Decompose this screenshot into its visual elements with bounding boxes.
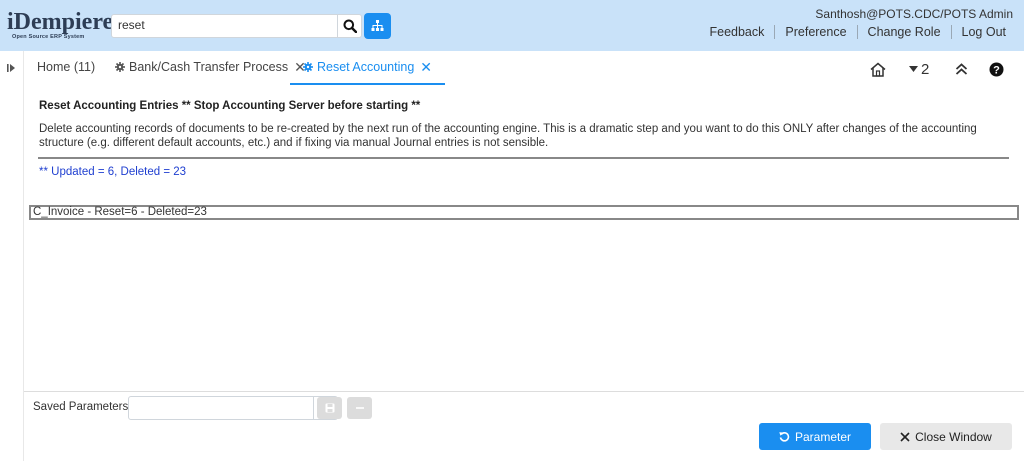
process-log-entry: C_Invoice - Reset=6 - Deleted=23 bbox=[29, 205, 1019, 220]
search-icon bbox=[343, 19, 357, 33]
sitemap-icon bbox=[371, 20, 384, 31]
preference-link[interactable]: Preference bbox=[775, 24, 856, 40]
parameter-button[interactable]: Parameter bbox=[759, 423, 871, 450]
tab-bank-cash-transfer[interactable]: Bank/Cash Transfer Process ✕ bbox=[115, 51, 306, 83]
app-logo[interactable]: iDempiere Open Source ERP System bbox=[7, 10, 113, 42]
home-icon bbox=[870, 62, 886, 77]
process-result-summary: ** Updated = 6, Deleted = 23 bbox=[39, 166, 187, 178]
tab-home[interactable]: Home (11) bbox=[37, 51, 95, 83]
process-description: Delete accounting records of documents t… bbox=[39, 123, 977, 149]
saved-parameters-select[interactable] bbox=[128, 396, 314, 420]
open-window-count: 2 bbox=[921, 60, 930, 78]
logout-link[interactable]: Log Out bbox=[952, 24, 1016, 40]
help-button[interactable]: ? bbox=[989, 60, 1004, 78]
close-window-button-label: Close Window bbox=[915, 429, 992, 444]
menu-tree-button[interactable] bbox=[364, 13, 391, 39]
minus-icon bbox=[355, 407, 364, 409]
collapse-button[interactable] bbox=[955, 60, 968, 78]
west-panel-collapsed bbox=[0, 51, 24, 461]
gear-icon bbox=[115, 62, 125, 72]
tab-label: Home (11) bbox=[37, 60, 96, 74]
expand-panel-icon[interactable] bbox=[7, 63, 17, 73]
feedback-link[interactable]: Feedback bbox=[699, 24, 774, 40]
home-button[interactable] bbox=[870, 60, 886, 78]
tab-reset-accounting[interactable]: Reset Accounting ✕ bbox=[290, 51, 446, 85]
save-parameters-button[interactable] bbox=[317, 397, 342, 419]
parameter-button-label: Parameter bbox=[794, 429, 852, 444]
close-icon bbox=[900, 431, 910, 442]
global-search-input[interactable]: reset bbox=[111, 14, 338, 38]
close-window-button[interactable]: Close Window bbox=[880, 423, 1012, 450]
process-footer: Saved Parameters Parameter Close Window bbox=[24, 391, 1024, 461]
window-tab-bar: Home (11) Bank/Cash Transfer Process ✕ R… bbox=[24, 51, 1024, 85]
question-circle-icon: ? bbox=[989, 62, 1004, 76]
delete-parameters-button[interactable] bbox=[347, 397, 372, 419]
undo-icon bbox=[779, 431, 790, 442]
close-tab-icon[interactable]: ✕ bbox=[420, 59, 432, 76]
tab-label: Bank/Cash Transfer Process bbox=[129, 60, 289, 74]
process-panel: Reset Accounting Entries ** Stop Account… bbox=[24, 85, 1024, 391]
saved-parameters-label: Saved Parameters bbox=[33, 401, 129, 413]
gear-icon bbox=[303, 62, 313, 72]
window-switcher-dropdown[interactable]: 2 bbox=[909, 60, 929, 78]
change-role-link[interactable]: Change Role bbox=[858, 24, 951, 40]
search-button[interactable] bbox=[338, 14, 362, 38]
logo-text: iDempiere bbox=[7, 9, 114, 35]
divider bbox=[38, 157, 1009, 159]
user-context-label[interactable]: Santhosh@POTS.CDC/POTS Admin bbox=[815, 7, 1013, 21]
process-title: Reset Accounting Entries ** Stop Account… bbox=[39, 100, 421, 112]
floppy-disk-icon bbox=[325, 403, 334, 413]
caret-down-icon bbox=[909, 66, 918, 72]
logo-subtext: Open Source ERP System bbox=[12, 34, 85, 40]
svg-text:?: ? bbox=[993, 64, 1000, 76]
tab-label: Reset Accounting bbox=[317, 60, 415, 74]
header-bar: iDempiere Open Source ERP System reset S… bbox=[0, 0, 1024, 51]
header-links: Feedback Preference Change Role Log Out bbox=[699, 24, 1016, 40]
double-chevron-up-icon bbox=[955, 63, 968, 75]
